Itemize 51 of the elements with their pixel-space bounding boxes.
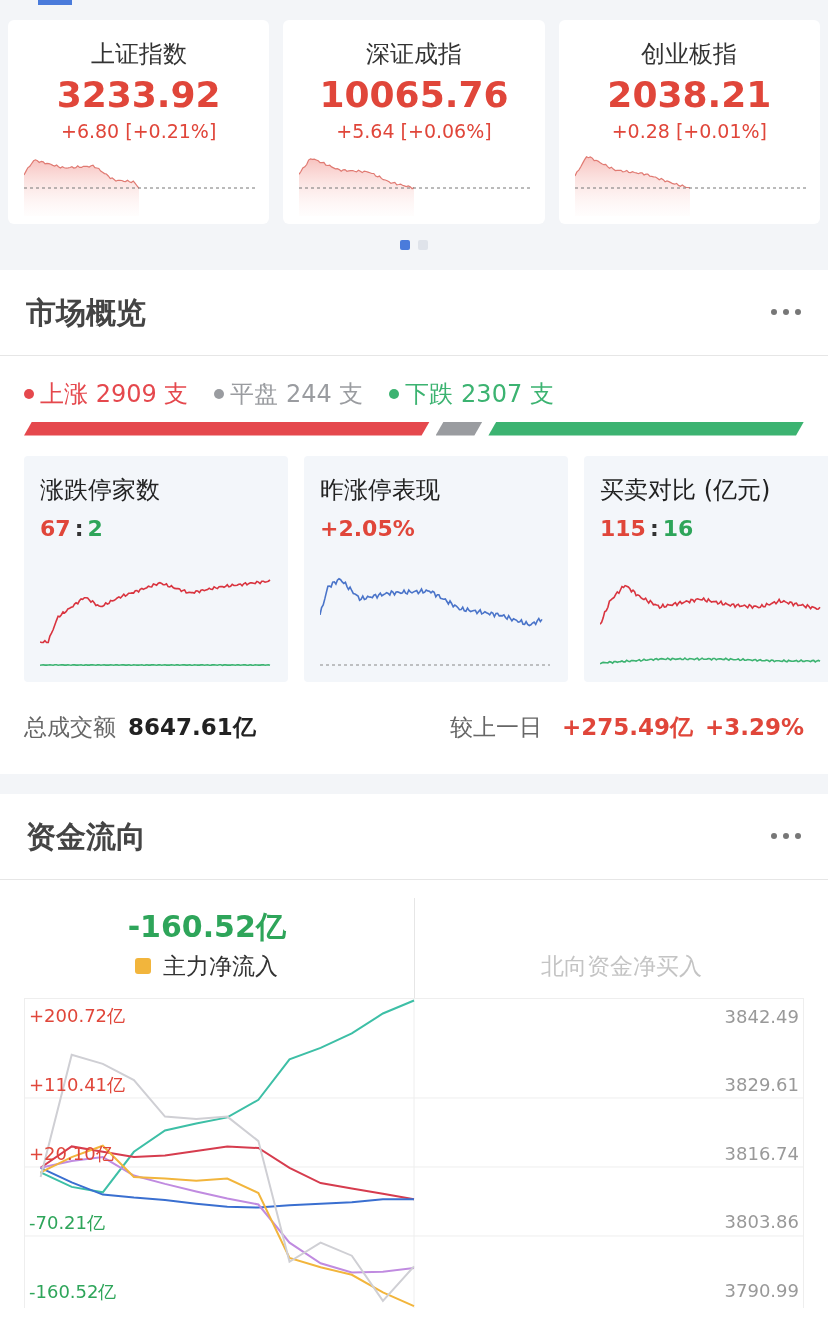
index-change: +6.80 [+0.21%] (60, 119, 217, 144)
compare-percent: +3.29% (704, 713, 804, 743)
tile-reading: 115 (600, 514, 646, 543)
stat-tile[interactable]: 昨涨停表现 +2.05% (304, 455, 568, 682)
index-change: +5.64 [+0.06%] (336, 119, 492, 144)
stat-tile[interactable]: 涨跌停家数 67 : 2 (24, 455, 288, 682)
flow-tab[interactable]: -160.52亿 主力净流入 (0, 897, 415, 998)
tile-reading: 2 (87, 514, 103, 543)
tile-title: 昨涨停表现 (320, 474, 441, 506)
tab-label: 主力净流入 (163, 952, 279, 981)
breadth-label: 下跌 2307 支 (405, 378, 554, 410)
tile-reading: 16 (662, 514, 694, 543)
axis-label: -160.52亿 (29, 1282, 117, 1303)
index-name: 上证指数 (90, 39, 187, 70)
compare-delta: +275.49亿 (561, 713, 693, 743)
index-card[interactable]: 深证成指 10065.76 +5.64 [+0.06%] (283, 20, 545, 224)
axis-label: -70.21亿 (29, 1213, 106, 1234)
index-change: +0.28 [+0.01%] (611, 119, 767, 144)
section-title: 市场概览 (26, 293, 146, 332)
index-value: 3233.92 (56, 73, 221, 117)
axis-label: +200.72亿 (29, 1006, 126, 1027)
index-card[interactable]: 创业板指 2038.21 +0.28 [+0.01%] (558, 20, 820, 224)
more-icon[interactable] (770, 308, 802, 316)
stat-tile[interactable]: 买卖对比 (亿元) 115 : 16 (584, 455, 828, 682)
turnover-label: 总成交额 (24, 713, 116, 743)
axis-label: 3816.74 (724, 1141, 799, 1166)
tile-title: 买卖对比 (亿元) (600, 474, 772, 506)
index-value: 2038.21 (607, 73, 772, 117)
tile-reading: +2.05% (320, 514, 415, 543)
axis-label: 3842.49 (724, 1004, 799, 1029)
index-value: 10065.76 (319, 73, 509, 117)
axis-label: 3803.86 (724, 1210, 799, 1234)
more-icon[interactable] (770, 832, 802, 840)
tab-label: 北向资金净买入 (540, 952, 702, 981)
index-card[interactable]: 上证指数 3233.92 +6.80 [+0.21%] (8, 20, 270, 224)
flow-value: -160.52亿 (127, 908, 286, 946)
index-name: 深证成指 (366, 39, 462, 70)
axis-label: +110.41亿 (29, 1075, 126, 1096)
tile-title: 涨跌停家数 (40, 474, 161, 506)
breadth-label: 上涨 2909 支 (40, 378, 189, 410)
tile-reading: : (74, 514, 84, 543)
compare-label: 较上一日 (449, 713, 542, 743)
tile-reading: 67 (40, 514, 71, 543)
turnover-value: 8647.61亿 (128, 713, 256, 743)
section-title: 资金流向 (26, 817, 146, 856)
tile-reading: : (649, 514, 659, 543)
tab-indicator (38, 0, 72, 5)
index-name: 创业板指 (641, 39, 738, 70)
axis-label: 3790.99 (724, 1278, 799, 1303)
axis-label: 3829.61 (724, 1073, 799, 1097)
breadth-label: 平盘 244 支 (230, 378, 364, 410)
